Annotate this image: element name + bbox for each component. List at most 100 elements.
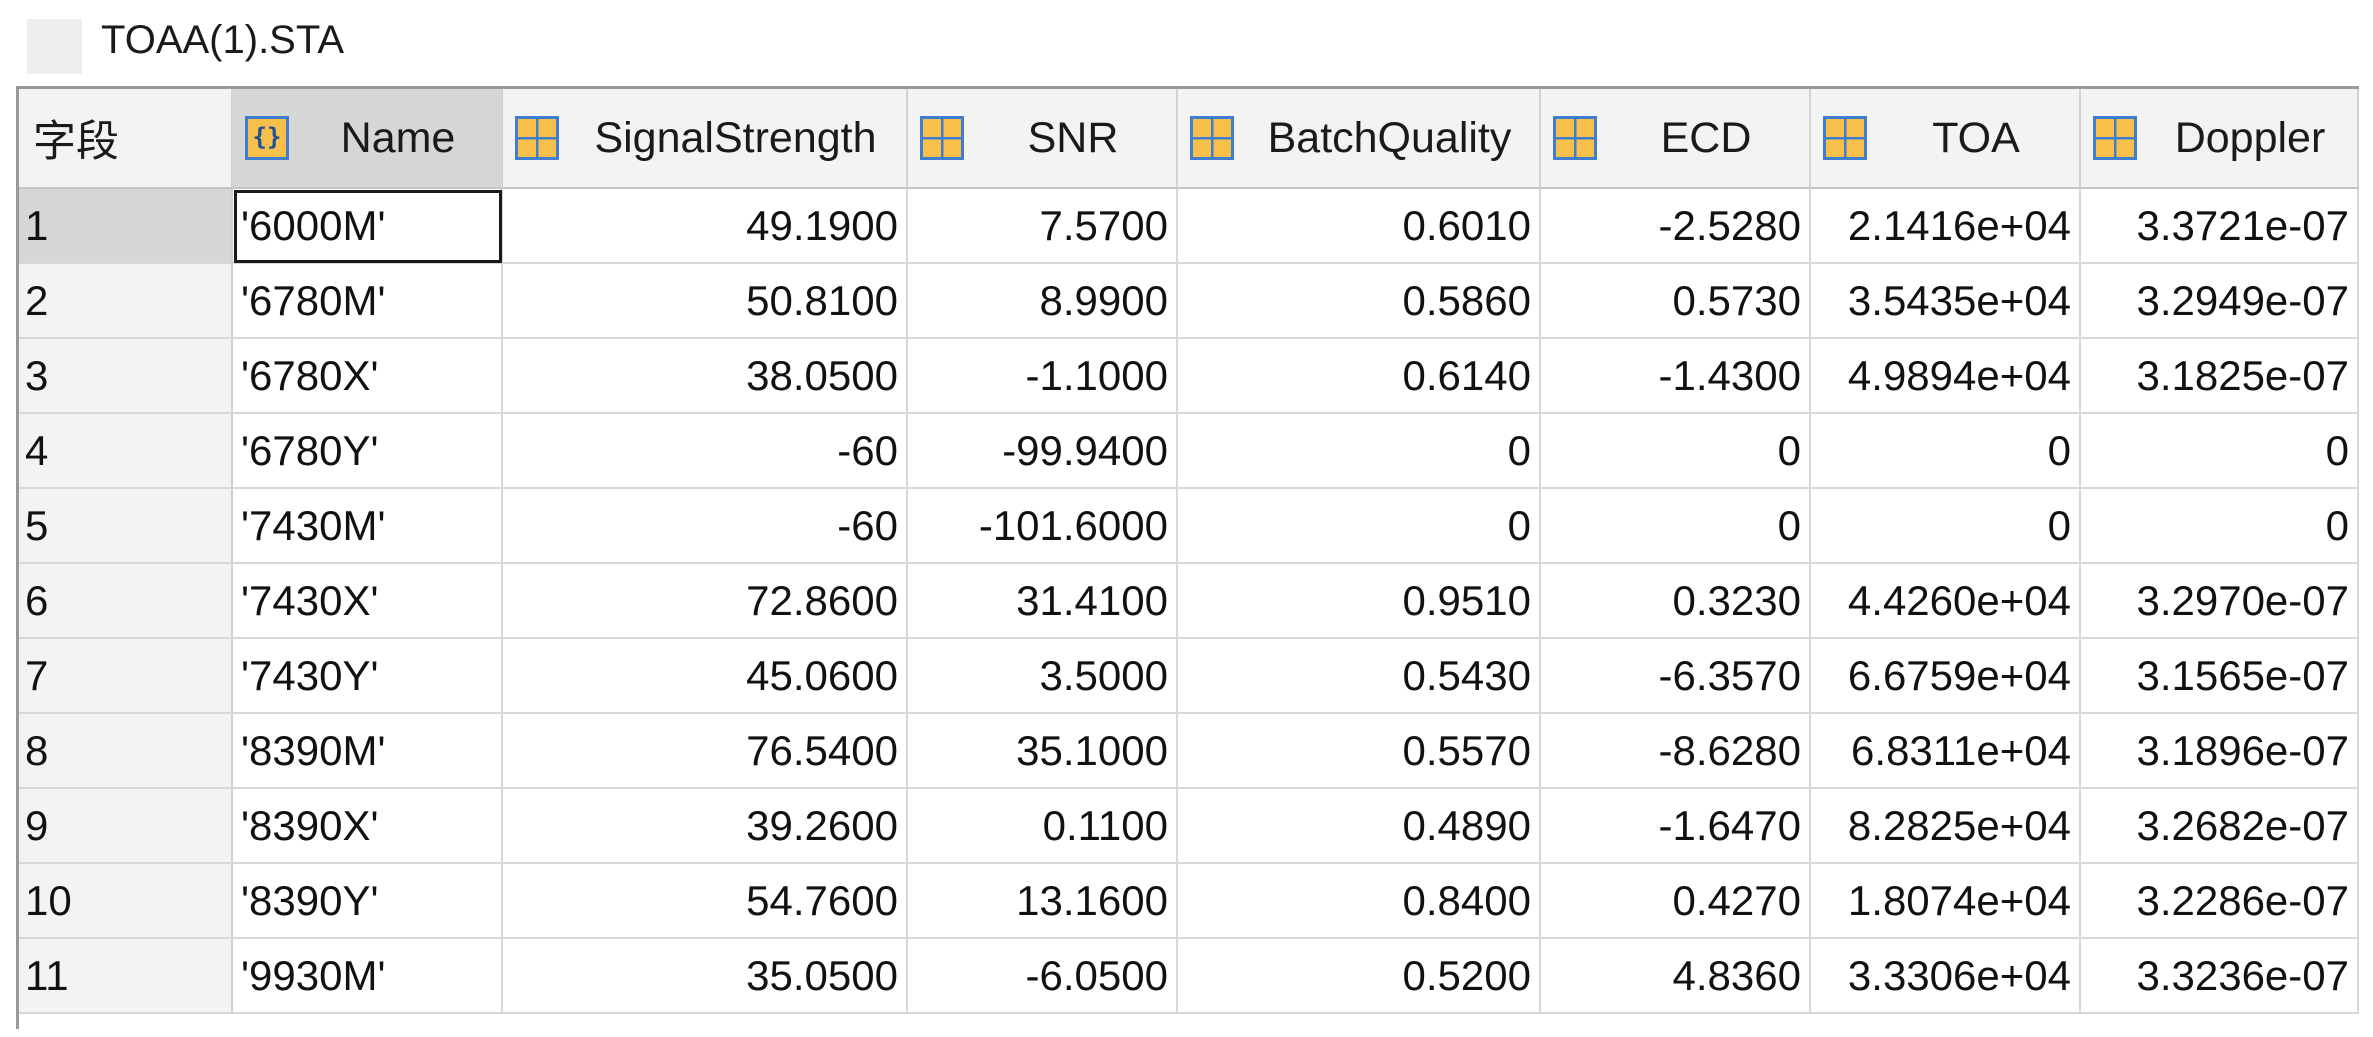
- table-cell[interactable]: 35.0500: [503, 939, 908, 1014]
- table-cell[interactable]: '6000M': [233, 189, 503, 264]
- table-cell[interactable]: 39.2600: [503, 789, 908, 864]
- table-cell[interactable]: 76.5400: [503, 714, 908, 789]
- table-cell[interactable]: 8.9900: [908, 264, 1178, 339]
- table-cell[interactable]: '7430M': [233, 489, 503, 564]
- row-header-1[interactable]: 1: [19, 189, 233, 264]
- table-cell[interactable]: -2.5280: [1541, 189, 1811, 264]
- table-cell[interactable]: 35.1000: [908, 714, 1178, 789]
- table-cell[interactable]: 0.4890: [1178, 789, 1541, 864]
- corner-header-label: 字段: [33, 118, 119, 166]
- table-cell[interactable]: 0.5860: [1178, 264, 1541, 339]
- table-cell[interactable]: 3.3306e+04: [1811, 939, 2081, 1014]
- table-cell[interactable]: 1.8074e+04: [1811, 864, 2081, 939]
- table-cell[interactable]: 2.1416e+04: [1811, 189, 2081, 264]
- table-cell[interactable]: 4.4260e+04: [1811, 564, 2081, 639]
- row-header-3[interactable]: 3: [19, 339, 233, 414]
- table-cell[interactable]: 0.3230: [1541, 564, 1811, 639]
- row-header-9[interactable]: 9: [19, 789, 233, 864]
- table-cell[interactable]: 4.9894e+04: [1811, 339, 2081, 414]
- column-header-doppler[interactable]: Doppler: [2081, 89, 2359, 189]
- table-cell[interactable]: 38.0500: [503, 339, 908, 414]
- table-cell[interactable]: '7430Y': [233, 639, 503, 714]
- row-header-6[interactable]: 6: [19, 564, 233, 639]
- table-cell[interactable]: -1.6470: [1541, 789, 1811, 864]
- row-header-4[interactable]: 4: [19, 414, 233, 489]
- table-cell[interactable]: 3.2970e-07: [2081, 564, 2359, 639]
- table-cell[interactable]: 0.5200: [1178, 939, 1541, 1014]
- struct-array-table[interactable]: 字段 {} Name SignalStrength SNR BatchQuality EC…: [16, 86, 2359, 1029]
- table-cell[interactable]: -1.1000: [908, 339, 1178, 414]
- table-cell[interactable]: 0.9510: [1178, 564, 1541, 639]
- table-cell[interactable]: 3.1896e-07: [2081, 714, 2359, 789]
- table-cell[interactable]: 3.2286e-07: [2081, 864, 2359, 939]
- table-cell[interactable]: 3.5000: [908, 639, 1178, 714]
- table-cell[interactable]: 6.8311e+04: [1811, 714, 2081, 789]
- table-cell[interactable]: 45.0600: [503, 639, 908, 714]
- table-cell[interactable]: 0.5730: [1541, 264, 1811, 339]
- row-header-11[interactable]: 11: [19, 939, 233, 1014]
- table-cell[interactable]: '9930M': [233, 939, 503, 1014]
- table-cell[interactable]: 3.5435e+04: [1811, 264, 2081, 339]
- table-cell[interactable]: 0: [2081, 489, 2359, 564]
- table-cell[interactable]: -8.6280: [1541, 714, 1811, 789]
- table-cell[interactable]: 0.5430: [1178, 639, 1541, 714]
- table-cell[interactable]: 3.3236e-07: [2081, 939, 2359, 1014]
- table-cell[interactable]: 4.8360: [1541, 939, 1811, 1014]
- row-header-10[interactable]: 10: [19, 864, 233, 939]
- table-cell[interactable]: 0: [1811, 489, 2081, 564]
- table-cell[interactable]: 0.8400: [1178, 864, 1541, 939]
- table-cell[interactable]: '8390M': [233, 714, 503, 789]
- row-header-5[interactable]: 5: [19, 489, 233, 564]
- table-cell[interactable]: 31.4100: [908, 564, 1178, 639]
- table-cell[interactable]: -1.4300: [1541, 339, 1811, 414]
- numeric-array-icon: [1553, 116, 1597, 160]
- table-cell[interactable]: '6780Y': [233, 414, 503, 489]
- column-header-batchquality[interactable]: BatchQuality: [1178, 89, 1541, 189]
- table-cell[interactable]: 0.6010: [1178, 189, 1541, 264]
- table-cell[interactable]: 0.4270: [1541, 864, 1811, 939]
- table-cell[interactable]: '7430X': [233, 564, 503, 639]
- row-header-8[interactable]: 8: [19, 714, 233, 789]
- column-header-ecd[interactable]: ECD: [1541, 89, 1811, 189]
- table-cell[interactable]: 3.2949e-07: [2081, 264, 2359, 339]
- table-cell[interactable]: 8.2825e+04: [1811, 789, 2081, 864]
- table-cell[interactable]: 0: [1541, 414, 1811, 489]
- column-header-signalstrength[interactable]: SignalStrength: [503, 89, 908, 189]
- column-header-label: Doppler: [2174, 113, 2326, 162]
- table-cell[interactable]: -6.3570: [1541, 639, 1811, 714]
- table-cell[interactable]: '6780M': [233, 264, 503, 339]
- column-header-toa[interactable]: TOA: [1811, 89, 2081, 189]
- table-cell[interactable]: 3.1825e-07: [2081, 339, 2359, 414]
- table-cell[interactable]: 13.1600: [908, 864, 1178, 939]
- table-cell[interactable]: '6780X': [233, 339, 503, 414]
- table-cell[interactable]: 0: [1541, 489, 1811, 564]
- table-cell[interactable]: 50.8100: [503, 264, 908, 339]
- table-cell[interactable]: 0.6140: [1178, 339, 1541, 414]
- table-cell[interactable]: '8390Y': [233, 864, 503, 939]
- table-cell[interactable]: '8390X': [233, 789, 503, 864]
- table-cell[interactable]: 49.1900: [503, 189, 908, 264]
- column-header-name[interactable]: {} Name: [233, 89, 503, 189]
- table-cell[interactable]: 3.2682e-07: [2081, 789, 2359, 864]
- table-cell[interactable]: 0.5570: [1178, 714, 1541, 789]
- row-header-7[interactable]: 7: [19, 639, 233, 714]
- table-cell[interactable]: 0: [2081, 414, 2359, 489]
- table-cell[interactable]: 0.1100: [908, 789, 1178, 864]
- table-cell[interactable]: 0: [1811, 414, 2081, 489]
- table-cell[interactable]: 6.6759e+04: [1811, 639, 2081, 714]
- table-cell[interactable]: -99.9400: [908, 414, 1178, 489]
- table-cell[interactable]: 7.5700: [908, 189, 1178, 264]
- table-cell[interactable]: -101.6000: [908, 489, 1178, 564]
- table-cell[interactable]: 0: [1178, 414, 1541, 489]
- column-header-snr[interactable]: SNR: [908, 89, 1178, 189]
- table-cell[interactable]: -60: [503, 489, 908, 564]
- table-cell[interactable]: 54.7600: [503, 864, 908, 939]
- corner-header-fields[interactable]: 字段: [19, 89, 233, 189]
- table-cell[interactable]: -6.0500: [908, 939, 1178, 1014]
- table-cell[interactable]: 3.1565e-07: [2081, 639, 2359, 714]
- row-header-2[interactable]: 2: [19, 264, 233, 339]
- table-cell[interactable]: -60: [503, 414, 908, 489]
- table-cell[interactable]: 0: [1178, 489, 1541, 564]
- table-cell[interactable]: 3.3721e-07: [2081, 189, 2359, 264]
- table-cell[interactable]: 72.8600: [503, 564, 908, 639]
